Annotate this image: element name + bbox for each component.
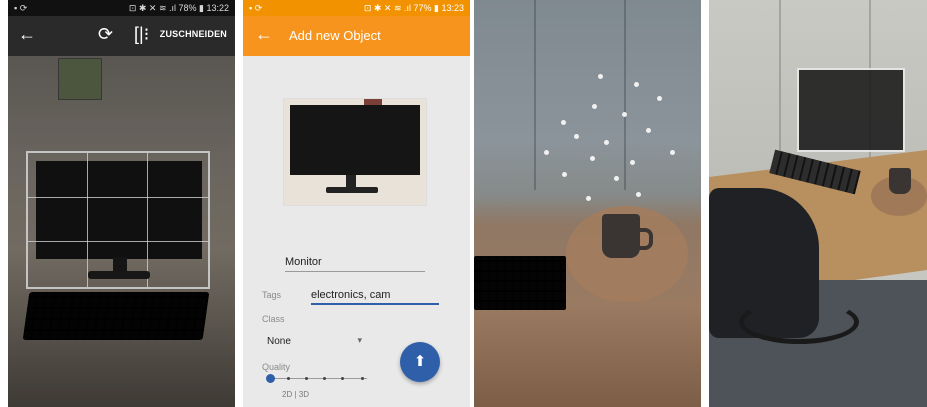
upload-icon: ⬆ [413, 353, 427, 370]
tags-field[interactable] [311, 286, 439, 305]
tracking-point [630, 160, 635, 165]
status-right: ⊡ ✱ ✕ ≋ .ıl 77% ▮ 13:23 [363, 3, 464, 13]
tracking-point [622, 112, 627, 117]
tracking-point [561, 120, 566, 125]
mug-model [889, 168, 911, 194]
chair-base [739, 300, 859, 344]
tracking-point [614, 176, 619, 181]
tracking-point [590, 156, 595, 161]
wall-seam [534, 0, 536, 190]
tracking-point [586, 196, 591, 201]
add-object-screen: ▪ ⟳ ⊡ ✱ ✕ ≋ .ıl 77% ▮ 13:23 ← Add new Ob… [243, 0, 470, 407]
quality-label: Quality [262, 362, 291, 372]
rotate-icon[interactable]: ⟳ [98, 24, 113, 45]
slider-tick [305, 377, 308, 380]
class-dropdown[interactable]: None ▾ [267, 335, 362, 350]
tracking-point [604, 140, 609, 145]
tracking-point [657, 96, 662, 101]
wall-seam [624, 0, 626, 190]
crop-dim-overlay [8, 56, 235, 407]
tracking-point [634, 82, 639, 87]
slider-tick [287, 377, 290, 380]
quality-slider[interactable] [266, 374, 367, 384]
thumbnail-base [326, 187, 378, 193]
page-title: Add new Object [289, 28, 381, 43]
crop-photo [8, 56, 235, 407]
keyboard-image [474, 256, 566, 310]
chevron-down-icon: ▾ [357, 335, 362, 345]
thumbnail-monitor [290, 105, 420, 175]
slider-tick [361, 377, 364, 380]
scene-view[interactable] [709, 0, 927, 407]
crop-toolbar: ← ⟳ [|⁝ ZUSCHNEIDEN [8, 16, 235, 56]
status-left: ▪ ⟳ [249, 3, 263, 13]
tracking-point [646, 128, 651, 133]
quality-caption: 2D | 3D [282, 390, 309, 399]
ar-scan-view[interactable] [474, 0, 701, 407]
mug-handle [637, 228, 653, 250]
status-left: ▪ ⟳ [14, 3, 28, 13]
class-label: Class [262, 314, 285, 324]
tracking-point [598, 74, 603, 79]
slider-tick [341, 377, 344, 380]
object-name-field[interactable] [285, 253, 425, 272]
back-arrow-icon[interactable]: ← [18, 24, 36, 45]
tracking-point [636, 192, 641, 197]
placed-monitor-model [797, 68, 905, 152]
flip-icon[interactable]: [|⁝ [134, 24, 149, 45]
mug-image [602, 214, 640, 258]
class-dropdown-value: None [267, 336, 291, 347]
crop-screen: ▪ ⟳ ⊡ ✱ ✕ ≋ .ıl 78% ▮ 13:22 ← ⟳ [|⁝ ZUSC… [8, 0, 235, 407]
crop-button[interactable]: ZUSCHNEIDEN [160, 29, 227, 39]
thumbnail-stand [346, 175, 356, 187]
slider-tick [323, 377, 326, 380]
status-bar: ▪ ⟳ ⊡ ✱ ✕ ≋ .ıl 78% ▮ 13:22 [8, 0, 235, 16]
tags-label: Tags [262, 290, 282, 300]
tracking-point [670, 150, 675, 155]
tracking-point [562, 172, 567, 177]
app-bar: ← Add new Object [243, 16, 470, 56]
status-right: ⊡ ✱ ✕ ≋ .ıl 78% ▮ 13:22 [128, 3, 229, 13]
back-arrow-icon[interactable]: ← [255, 24, 273, 45]
upload-button[interactable]: ⬆ [400, 342, 440, 382]
status-bar: ▪ ⟳ ⊡ ✱ ✕ ≋ .ıl 77% ▮ 13:23 [243, 0, 470, 16]
tracking-point [544, 150, 549, 155]
tracking-point [592, 104, 597, 109]
object-thumbnail [283, 98, 427, 206]
slider-thumb[interactable] [266, 374, 275, 383]
tracking-point [574, 134, 579, 139]
slider-track [269, 378, 367, 379]
